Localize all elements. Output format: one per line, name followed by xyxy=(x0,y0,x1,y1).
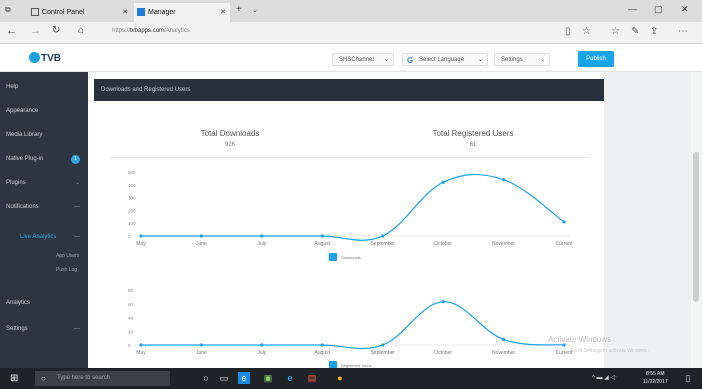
task-view-icon[interactable]: ▭ xyxy=(218,372,230,384)
y-tick-label: 20 xyxy=(128,329,134,334)
data-point xyxy=(381,343,385,347)
data-point xyxy=(441,300,445,304)
cortana-icon[interactable]: ○ xyxy=(200,372,212,384)
y-tick-label: 0 xyxy=(128,234,131,239)
x-tick-label: Current xyxy=(556,241,573,247)
data-point xyxy=(562,220,566,224)
y-tick-label: 300 xyxy=(128,196,136,201)
series-line xyxy=(141,173,565,241)
series-line xyxy=(140,301,565,350)
y-tick-label: 100 xyxy=(128,221,136,226)
legend-label: Downloads xyxy=(341,255,361,260)
data-point xyxy=(260,343,264,347)
edge-icon[interactable]: e xyxy=(284,372,296,384)
data-point xyxy=(260,234,264,238)
x-tick-label: October xyxy=(434,241,452,247)
data-point xyxy=(139,343,143,347)
windows-start-icon[interactable]: ⊞ xyxy=(10,373,18,384)
search-icon: ○ xyxy=(41,374,46,383)
x-tick-label: August xyxy=(314,241,330,247)
x-tick-label: June xyxy=(196,350,207,356)
x-tick-label: July xyxy=(257,350,266,356)
system-tray-icons[interactable]: ^ ▬ ◢ ◁ᐧ xyxy=(592,374,617,381)
x-tick-label: May xyxy=(136,241,146,247)
activate-windows-subtext: Go to Settings to activate Windows. xyxy=(570,348,649,354)
x-tick-label: November xyxy=(492,241,515,247)
x-tick-label: September xyxy=(370,350,395,356)
y-tick-label: 80 xyxy=(128,288,134,293)
y-tick-label: 0 xyxy=(128,343,131,348)
data-point xyxy=(199,234,204,238)
data-point xyxy=(501,178,506,182)
y-tick-label: 40 xyxy=(128,316,134,321)
photos-icon[interactable]: ▤ xyxy=(306,372,318,384)
chrome-icon[interactable]: ● xyxy=(334,372,346,384)
charts-layer: 0100200300400500May June July August Septemb… xyxy=(128,170,573,369)
notifications-icon[interactable]: ▯ xyxy=(682,372,694,384)
y-tick-label: 500 xyxy=(128,170,136,175)
x-tick-label: July xyxy=(257,241,266,247)
store-icon[interactable]: ▣ xyxy=(262,372,274,384)
activate-windows-watermark: Activate Windows xyxy=(548,335,612,344)
y-tick-label: 200 xyxy=(128,208,136,213)
data-point xyxy=(139,234,143,238)
taskbar: ⊞ ○ Type here to search ○ ▭ e ▣ e ▤ ● ^ … xyxy=(0,368,702,389)
data-point xyxy=(381,234,385,238)
edge-browser-icon[interactable]: e xyxy=(238,372,250,384)
legend-swatch xyxy=(329,253,337,261)
x-tick-label: October xyxy=(434,350,452,356)
y-tick-label: 400 xyxy=(128,183,136,188)
x-tick-label: September xyxy=(370,241,395,247)
data-point xyxy=(501,337,506,342)
data-point xyxy=(199,343,204,347)
x-tick-label: August xyxy=(314,350,330,356)
clock[interactable]: 8:55 AM 11/22/2017 xyxy=(643,370,668,386)
data-point xyxy=(320,234,324,238)
data-point xyxy=(441,180,445,184)
x-tick-label: June xyxy=(196,241,207,247)
y-tick-label: 60 xyxy=(128,302,134,307)
x-tick-label: November xyxy=(492,350,515,356)
x-tick-label: May xyxy=(136,350,146,356)
data-point xyxy=(320,343,324,347)
taskbar-search[interactable]: ○ Type here to search xyxy=(35,371,170,386)
